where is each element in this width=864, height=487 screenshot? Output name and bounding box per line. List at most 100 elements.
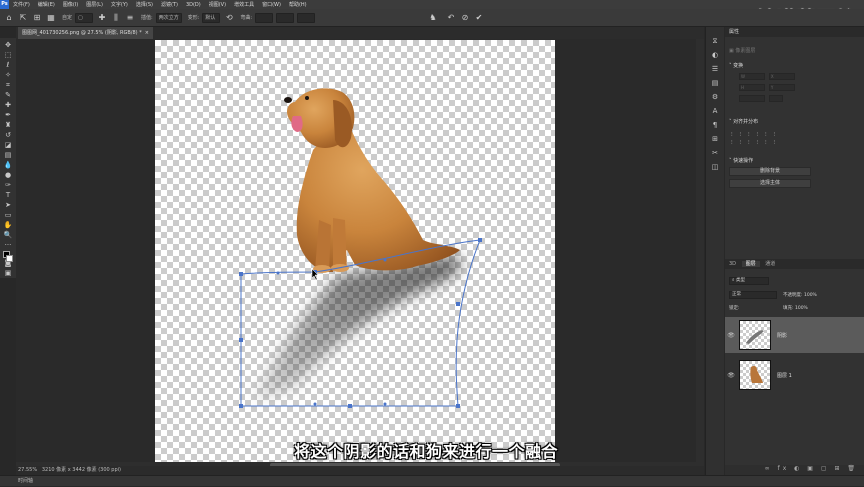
reference-point-icon[interactable]: ⊞ [32,13,42,23]
paragraph-panel-icon[interactable]: ¶ [709,119,721,131]
channels-panel-icon[interactable]: ◫ [709,161,721,173]
x-field[interactable]: X [768,73,795,80]
warp-grid-icon[interactable]: ▦ [46,13,56,23]
grid-size-field[interactable]: ▢ [75,12,94,23]
h-field[interactable] [276,12,295,23]
visibility-eye-icon[interactable]: 👁 [725,332,737,339]
layers-footer-buttons[interactable]: ∞ fx ◐ ▣ ▢ ⊞ 🗑 [725,465,864,475]
color-swatch-icon[interactable] [2,250,14,262]
crop-tool-icon[interactable]: ⌗ [2,80,14,90]
zoom-level[interactable]: 27.55% [18,467,37,473]
glyphs-panel-icon[interactable]: ⊞ [709,133,721,145]
transform-section[interactable]: ˅ 变换 [725,62,864,69]
layer-row-dog[interactable]: 👁 图层 1 [725,357,864,393]
menu-3d[interactable]: 3D(D) [182,2,205,8]
history-panel-icon[interactable]: ⧖ [709,35,721,47]
layer-kind-filter[interactable]: ⌕ 类型 [729,277,769,285]
menu-select[interactable]: 选择(S) [132,1,157,8]
path-select-icon[interactable]: ➤ [2,200,14,210]
width-field[interactable]: W [739,73,765,80]
visibility-eye-icon[interactable]: 👁 [725,372,737,379]
healing-brush-icon[interactable]: ✚ [2,100,14,110]
menu-filter[interactable]: 滤镜(T) [157,1,182,8]
adjustments-panel-icon[interactable]: ☰ [709,63,721,75]
fill-control[interactable]: 填充: 100% [783,305,808,311]
hand-tool-icon[interactable]: ✋ [2,220,14,230]
zoom-tool-icon[interactable]: 🔍 [2,230,14,240]
puppet-warp-icon[interactable]: ♞ [428,13,438,23]
menu-help[interactable]: 帮助(H) [285,1,311,8]
home-icon[interactable]: ⌂ [4,13,14,23]
screen-mode-icon[interactable]: ▣ [2,268,14,278]
tab-channels[interactable]: 通道 [761,261,779,267]
warp-orientation-icon[interactable]: ⟲ [224,13,234,23]
magic-wand-icon[interactable]: ✧ [2,70,14,80]
move-tool-icon[interactable]: ✥ [2,40,14,50]
curve-field[interactable] [255,12,274,23]
color-panel-icon[interactable]: ◐ [709,49,721,61]
layer-row-shadow[interactable]: 👁 阴影 [725,317,864,353]
character-panel-icon[interactable]: A [709,105,721,117]
select-subject-button[interactable]: 选择主体 [729,179,811,188]
split-horizontal-icon[interactable]: ≡ [125,13,135,23]
commit-transform-icon[interactable]: ✔ [474,13,484,23]
blend-mode-select[interactable]: 正常 [729,291,777,299]
undo-icon[interactable]: ↶ [446,13,456,23]
gradient-tool-icon[interactable]: ▤ [2,150,14,160]
menu-window[interactable]: 窗口(W) [258,1,285,8]
layer-name[interactable]: 阴影 [777,332,787,339]
menu-file[interactable]: 文件(F) [9,1,34,8]
properties-panel-icon[interactable]: ⚙ [709,91,721,103]
menu-view[interactable]: 视图(V) [205,1,230,8]
document-canvas[interactable] [155,40,555,462]
libraries-panel-icon[interactable]: ▤ [709,77,721,89]
document-tab[interactable]: 图图网_401730256.png @ 27.5% (阴影, RGB/8) * … [18,27,153,39]
vertical-scrollbar[interactable] [696,39,704,462]
properties-tab[interactable]: 属性 [725,27,864,37]
brush-tool-icon[interactable]: ✒ [2,110,14,120]
tools-preset-icon[interactable]: ✂ [709,147,721,159]
transform-tool-icon[interactable]: ⇱ [18,13,28,23]
type-tool-icon[interactable]: T [2,190,14,200]
align-buttons[interactable]: ⫶⫶⫶⫶⫶⫶ ⫶⫶⫶⫶⫶⫶ [725,125,864,147]
cancel-transform-icon[interactable]: ⊘ [460,13,470,23]
eyedropper-icon[interactable]: ✎ [2,90,14,100]
remove-background-button[interactable]: 删除背景 [729,167,811,176]
split-vertical-icon[interactable]: ⫼ [111,13,121,23]
layers-tab-bar: 3D 图层 通道 [725,259,864,269]
options-bar: ⌂ ⇱ ⊞ ▦ 自定 ▢ ✚ ⫼ ≡ 插值: 两次立方 变形: 默认 ⟲ 弯曲:… [0,9,864,27]
menu-layer[interactable]: 图层(L) [82,1,107,8]
interpolation-select[interactable]: 两次立方 [155,12,182,23]
canvas-artwork [239,88,482,408]
menu-plugins[interactable]: 增效工具 [230,1,258,8]
quick-actions-section[interactable]: ˅ 快速操作 [725,157,864,164]
v-field[interactable] [297,12,316,23]
blur-tool-icon[interactable]: 💧 [2,160,14,170]
warp-select[interactable]: 默认 [202,12,221,23]
marquee-tool-icon[interactable]: ⬚ [2,50,14,60]
right-panels: 属性 ▣ 像素图层 ˅ 变换 W X H Y ˅ 对齐并分布 ⫶⫶⫶⫶⫶⫶ ⫶⫶⫶… [725,27,864,475]
rectangle-tool-icon[interactable]: ▭ [2,210,14,220]
pen-tool-icon[interactable]: ✑ [2,180,14,190]
tab-3d[interactable]: 3D [725,261,740,267]
timeline-tab[interactable]: 时间轴 [0,475,864,486]
split-cross-icon[interactable]: ✚ [97,13,107,23]
angle-field[interactable] [739,95,765,102]
menu-edit[interactable]: 编辑(E) [34,1,59,8]
tab-layers[interactable]: 图层 [741,261,760,267]
history-brush-icon[interactable]: ↺ [2,130,14,140]
menu-type[interactable]: 文字(Y) [107,1,132,8]
height-field[interactable]: H [739,84,765,91]
layer-name[interactable]: 图层 1 [777,372,792,379]
close-icon[interactable]: × [145,27,149,39]
eraser-tool-icon[interactable]: ◪ [2,140,14,150]
stamp-tool-icon[interactable]: ♜ [2,120,14,130]
lasso-tool-icon[interactable]: ℓ [2,60,14,70]
flip-buttons[interactable] [768,95,783,102]
dodge-tool-icon[interactable]: ● [2,170,14,180]
more-tools-icon[interactable]: ··· [2,240,14,250]
y-field[interactable]: Y [768,84,795,91]
align-section[interactable]: ˅ 对齐并分布 [725,118,864,125]
opacity-control[interactable]: 不透明度: 100% [783,292,817,298]
menu-image[interactable]: 图像(I) [59,1,82,8]
